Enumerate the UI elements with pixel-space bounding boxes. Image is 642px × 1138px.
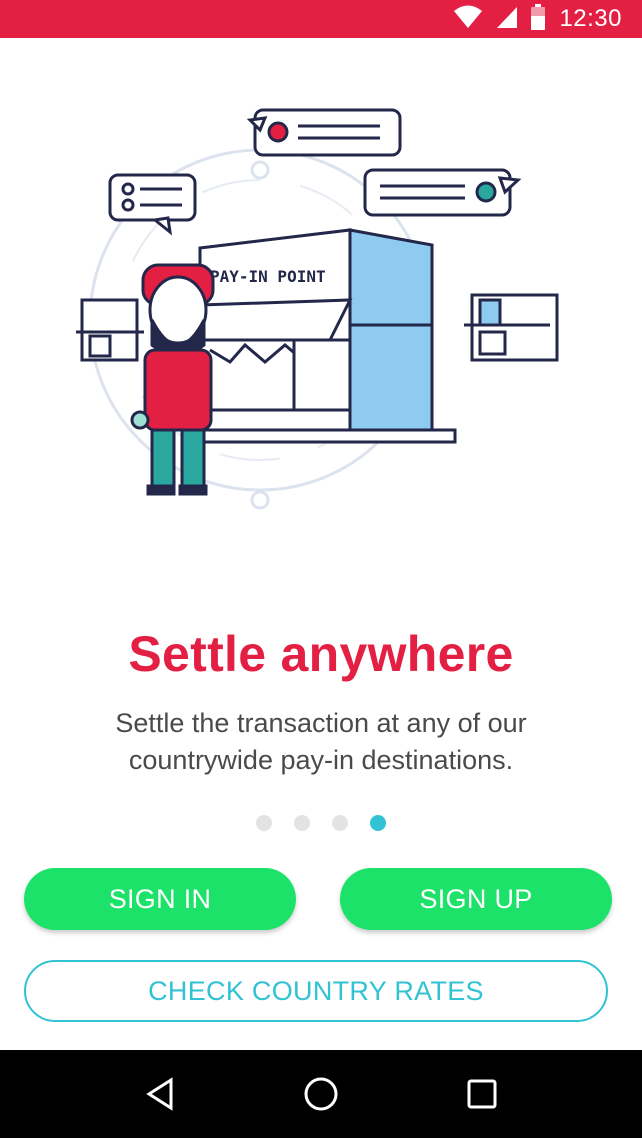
description-line-2: countrywide pay-in destinations. <box>128 745 514 775</box>
battery-icon <box>531 3 546 35</box>
page-indicator-dot[interactable] <box>256 815 272 831</box>
person-illustration <box>130 263 215 496</box>
page-indicator-dot[interactable] <box>332 815 348 831</box>
page-indicator-dot[interactable] <box>370 815 386 831</box>
chat-bubble-icon <box>108 108 522 236</box>
status-time: 12:30 <box>559 5 622 32</box>
pay-in-point-sign: PAY-IN POINT <box>210 267 326 286</box>
onboarding-illustration: PAY-IN POINT <box>60 100 580 520</box>
back-icon[interactable] <box>130 1064 190 1124</box>
wifi-icon <box>453 5 483 34</box>
home-icon[interactable] <box>291 1064 351 1124</box>
system-nav-bar <box>0 1050 642 1138</box>
sign-in-button[interactable]: SIGN IN <box>24 868 296 930</box>
check-country-rates-button[interactable]: CHECK COUNTRY RATES <box>24 960 608 1022</box>
page-indicator <box>0 815 642 831</box>
cellular-signal-icon <box>495 5 519 34</box>
onboarding-description: Settle the transaction at any of our cou… <box>60 705 582 779</box>
sign-up-button[interactable]: SIGN UP <box>340 868 612 930</box>
store-illustration <box>76 298 144 362</box>
status-bar: 12:30 <box>0 0 642 38</box>
page-indicator-dot[interactable] <box>294 815 310 831</box>
description-line-1: Settle the transaction at any of our <box>115 708 527 738</box>
onboarding-title: Settle anywhere <box>128 626 514 682</box>
recents-icon[interactable] <box>452 1064 512 1124</box>
